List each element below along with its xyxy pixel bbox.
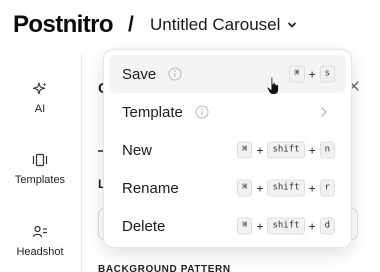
keyboard-shortcut: ⌘ + shift + d bbox=[237, 217, 335, 235]
chevron-down-icon bbox=[288, 22, 297, 28]
menu-item-label: Save bbox=[122, 65, 157, 83]
menu-item-rename[interactable]: Rename ⌘ + shift + r bbox=[109, 169, 346, 207]
breadcrumb-separator: / bbox=[128, 13, 134, 36]
hand-cursor-icon bbox=[266, 76, 280, 95]
key-plus: + bbox=[308, 219, 316, 233]
top-bar: Postnitro / Untitled Carousel bbox=[0, 0, 380, 52]
sidebar-item-label: AI bbox=[34, 103, 46, 115]
sidebar-item-ai[interactable]: AI bbox=[0, 81, 80, 115]
menu-item-label: Delete bbox=[122, 217, 166, 235]
key-n: n bbox=[319, 141, 335, 159]
keyboard-shortcut: ⌘ + s bbox=[289, 65, 335, 83]
menu-item-template[interactable]: Template bbox=[109, 93, 346, 131]
key-plus: + bbox=[308, 143, 316, 157]
menu-item-label: Template bbox=[122, 103, 183, 121]
key-plus: + bbox=[256, 219, 264, 233]
sidebar-item-label: Templates bbox=[14, 174, 66, 186]
menu-item-delete[interactable]: Delete ⌘ + shift + d bbox=[109, 207, 346, 245]
key-plus: + bbox=[308, 181, 316, 195]
key-s: s bbox=[319, 65, 335, 83]
chevron-right-icon bbox=[321, 107, 327, 117]
info-icon[interactable] bbox=[168, 67, 182, 81]
headshot-icon bbox=[32, 225, 47, 238]
key-cmd: ⌘ bbox=[289, 65, 305, 83]
menu-item-save[interactable]: Save ⌘ + s bbox=[109, 55, 346, 93]
keyboard-shortcut: ⌘ + shift + r bbox=[237, 179, 335, 197]
carousel-title-button[interactable]: Untitled Carousel bbox=[150, 15, 297, 35]
sidebar-item-headshot[interactable]: Headshot bbox=[0, 224, 80, 258]
carousel-title: Untitled Carousel bbox=[150, 15, 281, 34]
menu-item-label: New bbox=[122, 141, 153, 159]
key-cmd: ⌘ bbox=[237, 179, 253, 197]
panel-section-title: BACKGROUND PATTERN bbox=[98, 264, 231, 272]
menu-item-new[interactable]: New ⌘ + shift + n bbox=[109, 131, 346, 169]
keyboard-shortcut: ⌘ + shift + n bbox=[237, 141, 335, 159]
key-d: d bbox=[319, 217, 335, 235]
left-sidebar: AI Templates Headshot bbox=[0, 54, 82, 272]
key-plus: + bbox=[308, 67, 316, 81]
key-shift: shift bbox=[267, 217, 305, 235]
menu-item-label: Rename bbox=[122, 179, 179, 197]
sidebar-item-templates[interactable]: Templates bbox=[0, 152, 80, 186]
sidebar-item-label: Headshot bbox=[16, 246, 64, 258]
postnitro-logo[interactable]: Postnitro bbox=[13, 11, 114, 39]
sparkles-icon bbox=[32, 82, 47, 95]
key-cmd: ⌘ bbox=[237, 217, 253, 235]
carousel-menu: Save ⌘ + s Template New ⌘ + shift + n Re… bbox=[103, 49, 352, 248]
key-shift: shift bbox=[267, 179, 305, 197]
key-cmd: ⌘ bbox=[237, 141, 253, 159]
key-plus: + bbox=[256, 181, 264, 195]
info-icon[interactable] bbox=[195, 105, 209, 119]
key-shift: shift bbox=[267, 141, 305, 159]
key-plus: + bbox=[256, 143, 264, 157]
templates-icon bbox=[32, 153, 48, 167]
key-r: r bbox=[319, 179, 335, 197]
